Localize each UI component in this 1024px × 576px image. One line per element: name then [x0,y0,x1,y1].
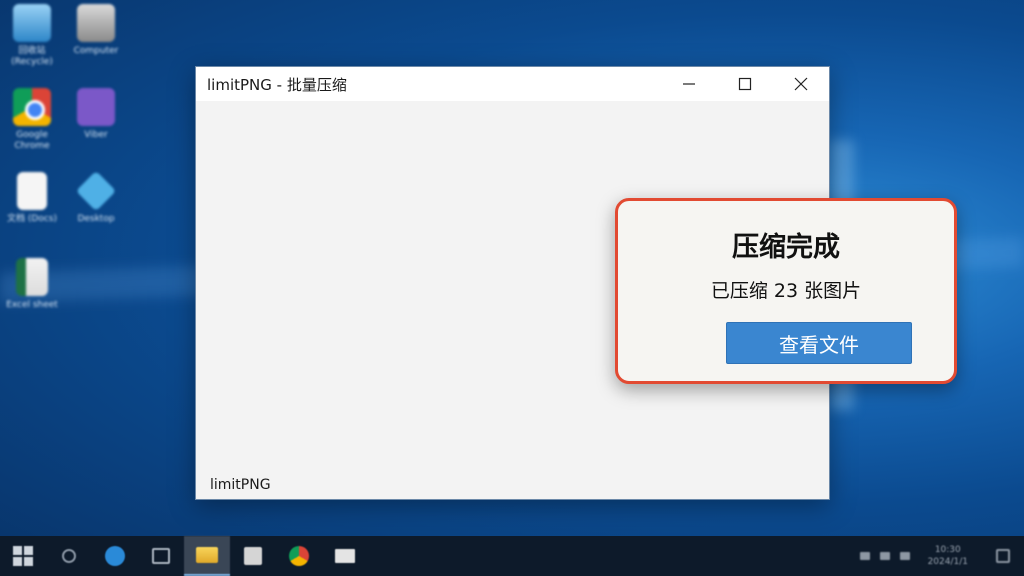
minimize-button[interactable] [661,67,717,101]
taskbar-mail[interactable] [322,536,368,576]
network-icon[interactable] [879,552,890,560]
store-icon [244,547,262,565]
file-explorer-icon [196,547,218,563]
system-tray: 10:30 2024/1/1 [859,536,1024,576]
tray-clock[interactable]: 10:30 2024/1/1 [928,544,968,568]
clock-date: 2024/1/1 [927,557,968,567]
document-icon [17,172,47,210]
desktop-icon-label: 文档 (Docs) [7,214,57,224]
desktop-icon-document[interactable]: 文档 (Docs) [0,172,64,225]
toast-message: 已压缩 23 张图片 [710,280,862,302]
desktop-icon-label: Google Chrome [14,130,50,151]
maximize-button[interactable] [717,67,773,101]
computer-icon [77,4,115,42]
desktop-icon-label: Computer [73,46,119,56]
spreadsheet-icon [16,258,48,296]
task-view-icon [152,548,170,564]
toast-title: 压缩完成 [732,232,840,263]
taskbar-store[interactable] [230,536,276,576]
mail-icon [335,549,355,563]
view-files-button[interactable]: 查看文件 [726,322,912,364]
cube-icon [75,170,117,212]
desktop-icon-label: Desktop [77,214,115,224]
volume-icon[interactable] [899,552,910,560]
close-icon [794,77,808,91]
desktop-icon-viber[interactable]: Viber [64,88,128,141]
viber-icon [77,88,115,126]
recycle-bin-icon [13,4,51,42]
taskbar-edge[interactable] [92,536,138,576]
chrome-icon [289,546,309,566]
taskbar-search-button[interactable] [46,536,92,576]
app-footer-label: limitPNG [210,477,271,493]
clock-time: 10:30 [934,545,961,555]
taskbar: 10:30 2024/1/1 [0,536,1024,576]
minimize-icon [683,83,695,85]
window-controls [661,67,829,101]
edge-icon [105,546,125,566]
window-title: limitPNG - 批量压缩 [207,75,347,94]
desktop-icon-label: Viber [84,130,108,140]
close-button[interactable] [773,67,829,101]
desktop-icon-label: Excel sheet [6,300,58,310]
title-bar[interactable]: limitPNG - 批量压缩 [196,67,829,101]
completion-toast: 压缩完成 已压缩 23 张图片 查看文件 [615,198,957,384]
start-button[interactable] [0,536,46,576]
desktop-icon-spreadsheet[interactable]: Excel sheet [0,258,64,311]
taskbar-chrome[interactable] [276,536,322,576]
taskbar-file-explorer[interactable] [184,536,230,576]
desktop-icon-computer[interactable]: Computer [64,4,128,57]
desktop-icon-label: 回收站 (Recycle) [11,46,53,67]
chrome-icon [13,88,51,126]
desktop-icon-desktop[interactable]: Desktop [64,170,128,225]
desktop-icon-recycle-bin[interactable]: 回收站 (Recycle) [0,4,64,68]
search-icon [62,549,76,563]
notification-center-icon[interactable] [996,549,1010,563]
start-icon [13,546,33,566]
maximize-icon [738,77,752,91]
taskbar-task-view[interactable] [138,536,184,576]
tray-chevron-icon[interactable] [859,552,870,560]
desktop-icon-chrome[interactable]: Google Chrome [0,88,64,152]
